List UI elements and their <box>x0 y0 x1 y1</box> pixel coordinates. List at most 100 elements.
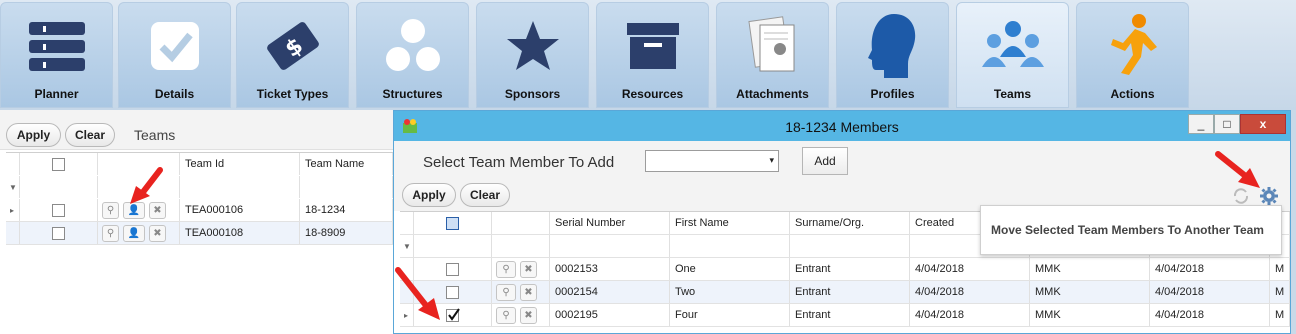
team-name-cell: 18-1234 <box>300 199 393 221</box>
profiles-icon <box>867 14 915 78</box>
ribbon-label: Planner <box>34 87 79 101</box>
row-checkbox-checked[interactable] <box>446 307 460 322</box>
row-checkbox[interactable] <box>446 262 459 276</box>
created-cell: 4/04/2018 <box>910 304 1030 326</box>
filter-icon: ▼ <box>400 235 414 257</box>
serial-cell: 0002195 <box>550 304 670 326</box>
row-checkbox[interactable] <box>52 203 65 217</box>
ribbon-tile-attachments[interactable]: Attachments <box>716 2 829 108</box>
view-icon[interactable]: ⚲ <box>496 260 516 278</box>
filter-icon: ▼ <box>6 176 20 198</box>
maximize-button[interactable]: □ <box>1214 114 1240 134</box>
surname-cell: Entrant <box>790 258 910 280</box>
apply-button[interactable]: Apply <box>402 183 456 207</box>
first-name-cell: One <box>670 258 790 280</box>
ribbon-label: Sponsors <box>504 87 561 101</box>
cell-6: 4/04/2018 <box>1150 281 1270 303</box>
ribbon-label: Actions <box>1110 87 1155 101</box>
team-id-cell: TEA000108 <box>180 222 300 244</box>
clear-button[interactable]: Clear <box>65 123 115 147</box>
ribbon-tile-resources[interactable]: Resources <box>596 2 709 108</box>
checkmark-icon <box>448 307 460 321</box>
group-title: Teams <box>134 127 176 143</box>
attachments-icon <box>747 16 794 72</box>
select-all-checkbox[interactable] <box>52 157 65 171</box>
dialog-title: 18-1234 Members <box>785 119 899 135</box>
details-icon <box>150 22 199 70</box>
ribbon-tile-profiles[interactable]: Profiles <box>836 2 949 108</box>
apply-button[interactable]: Apply <box>6 123 61 147</box>
cell-7: M <box>1270 281 1290 303</box>
ribbon-tile-structures[interactable]: Structures <box>356 2 469 108</box>
annotation-arrow-icon <box>1215 151 1260 188</box>
ribbon-label: Details <box>154 87 195 101</box>
table-row[interactable]: ▸ ⚲ ✖ 0002195 Four Entrant 4/04/2018 MMK … <box>400 304 1290 327</box>
view-icon[interactable]: ⚲ <box>102 224 119 242</box>
member-select[interactable]: ▾ <box>645 150 779 172</box>
dialog-titlebar[interactable]: 18-1234 Members _ □ x <box>394 111 1290 141</box>
gear-icon[interactable] <box>1259 186 1279 206</box>
ribbon-tile-teams[interactable]: Teams <box>956 2 1069 108</box>
serial-cell: 0002153 <box>550 258 670 280</box>
view-icon[interactable]: ⚲ <box>496 283 516 301</box>
table-row[interactable]: ⚲ ✖ 0002153 One Entrant 4/04/2018 MMK 4/0… <box>400 258 1290 281</box>
column-header-surname[interactable]: Surname/Org. <box>790 212 910 234</box>
delete-icon[interactable]: ✖ <box>520 260 537 278</box>
table-row[interactable]: ⚲ 👤 ✖ TEA000108 18-8909 <box>6 222 393 245</box>
ribbon-tile-ticket-types[interactable]: $ Ticket Types <box>236 2 349 108</box>
team-name-filter[interactable] <box>300 176 393 198</box>
row-checkbox[interactable] <box>446 285 459 299</box>
clear-button[interactable]: Clear <box>460 183 510 207</box>
ribbon-tile-actions[interactable]: Actions <box>1076 2 1189 108</box>
first-name-cell: Four <box>670 304 790 326</box>
minimize-button[interactable]: _ <box>1188 114 1214 134</box>
first-name-cell: Two <box>670 281 790 303</box>
members-icon[interactable]: 👤 <box>123 224 145 242</box>
column-header-team-name[interactable]: Team Name <box>300 153 393 175</box>
planner-icon <box>28 22 85 71</box>
cell-7: M <box>1270 304 1290 326</box>
move-members-tooltip: Move Selected Team Members To Another Te… <box>980 205 1282 255</box>
ribbon-tile-planner[interactable]: Planner <box>0 2 113 108</box>
add-button[interactable]: Add <box>802 147 848 175</box>
select-member-label: Select Team Member To Add <box>423 154 615 171</box>
cell-5: MMK <box>1030 281 1150 303</box>
ribbon-label: Attachments <box>736 87 809 101</box>
team-id-cell: TEA000106 <box>180 199 300 221</box>
ribbon-label: Teams <box>993 87 1032 101</box>
column-header-team-id[interactable]: Team Id <box>180 153 300 175</box>
surname-cell: Entrant <box>790 281 910 303</box>
created-cell: 4/04/2018 <box>910 281 1030 303</box>
select-all-checkbox[interactable] <box>446 216 459 230</box>
first-name-filter[interactable] <box>670 235 790 257</box>
ribbon: Planner Details $ Ticket Types Structure… <box>0 0 1296 110</box>
annotation-arrow-icon <box>395 267 440 320</box>
delete-icon[interactable]: ✖ <box>149 224 166 242</box>
ribbon-tile-sponsors[interactable]: Sponsors <box>476 2 589 108</box>
ribbon-label: Structures <box>382 87 443 101</box>
table-row[interactable]: ▸ ⚲ 👤 ✖ TEA000106 18-1234 <box>6 199 393 222</box>
cell-6: 4/04/2018 <box>1150 258 1270 280</box>
cell-7: M <box>1270 258 1290 280</box>
view-icon[interactable]: ⚲ <box>496 306 516 324</box>
ribbon-tile-details[interactable]: Details <box>118 2 231 108</box>
serial-filter[interactable] <box>550 235 670 257</box>
team-id-filter[interactable] <box>180 176 300 198</box>
row-indicator-icon: ▸ <box>6 199 20 221</box>
resources-icon <box>626 23 679 69</box>
table-row[interactable]: ⚲ ✖ 0002154 Two Entrant 4/04/2018 MMK 4/0… <box>400 281 1290 304</box>
created-cell: 4/04/2018 <box>910 258 1030 280</box>
team-name-cell: 18-8909 <box>300 222 393 244</box>
teams-grid: Team Id Team Name ▼ ▸ ⚲ 👤 ✖ TEA000106 18… <box>6 152 393 245</box>
add-member-bar: Select Team Member To Add ▾ Add <box>394 141 1290 181</box>
column-header-serial-number[interactable]: Serial Number <box>550 212 670 234</box>
delete-icon[interactable]: ✖ <box>520 283 537 301</box>
view-icon[interactable]: ⚲ <box>102 201 119 219</box>
column-header-first-name[interactable]: First Name <box>670 212 790 234</box>
teams-toolbar: Apply Clear Teams <box>0 110 393 150</box>
surname-filter[interactable] <box>790 235 910 257</box>
delete-icon[interactable]: ✖ <box>520 306 537 324</box>
surname-cell: Entrant <box>790 304 910 326</box>
close-button[interactable]: x <box>1240 114 1286 134</box>
row-checkbox[interactable] <box>52 226 65 240</box>
